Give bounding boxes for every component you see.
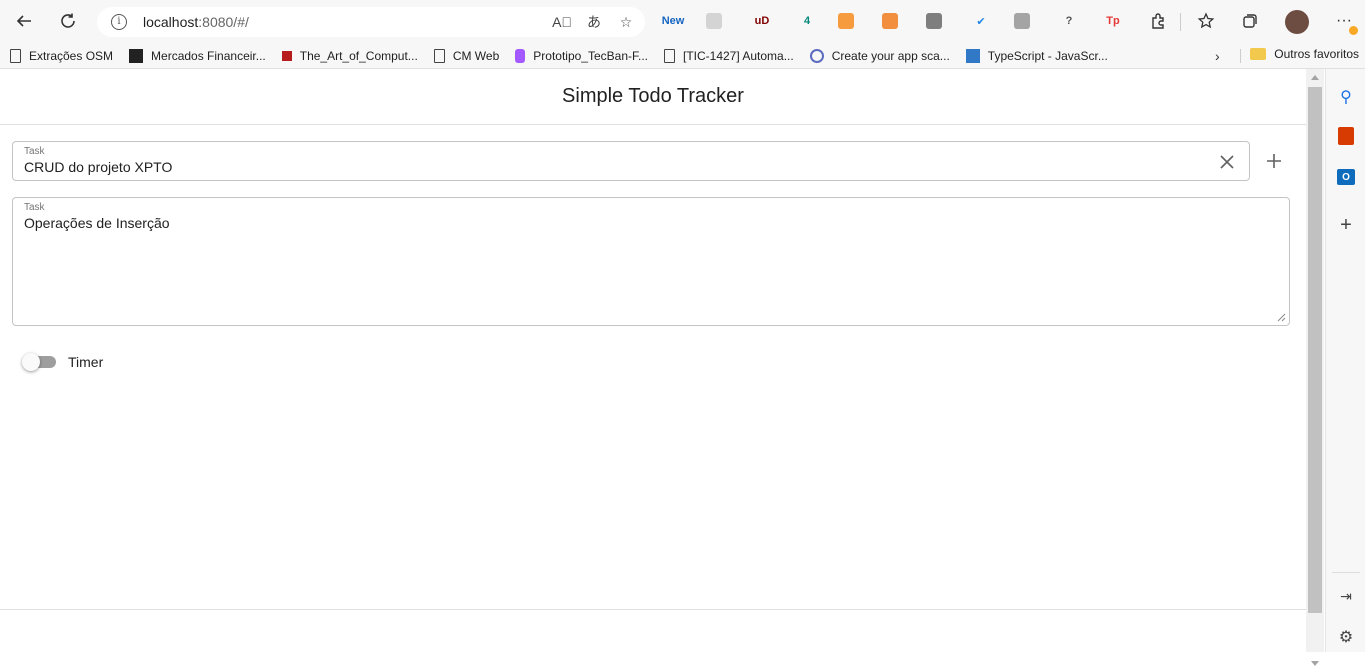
- bookmark-item[interactable]: Prototipo_TecBan-F...: [515, 48, 648, 63]
- puzzle-icon: [1152, 13, 1164, 29]
- bookmark-item[interactable]: The_Art_of_Comput...: [281, 48, 418, 63]
- task-input[interactable]: Task CRUD do projeto XPTO: [12, 141, 1250, 181]
- collections-button[interactable]: [1232, 5, 1268, 37]
- switch-knob: [22, 353, 40, 371]
- task-input-value[interactable]: CRUD do projeto XPTO: [24, 159, 172, 175]
- plus-icon: [1267, 154, 1281, 168]
- bookmark-item[interactable]: CM Web: [433, 48, 500, 63]
- counter-extension-icon[interactable]: 4: [796, 10, 818, 32]
- extensions-button[interactable]: [1140, 5, 1176, 37]
- timer-switch[interactable]: [22, 353, 56, 371]
- clear-task-button[interactable]: [1217, 152, 1237, 172]
- timer-toggle-row: Timer: [22, 353, 103, 371]
- ts-icon: [965, 48, 980, 63]
- refresh-icon: [61, 13, 75, 28]
- bookmarks-bar: Extrações OSM Mercados Financeir... The_Ar…: [0, 43, 1365, 69]
- hide-sidebar-icon[interactable]: ⇥: [1336, 586, 1356, 606]
- bookmark-label: TypeScript - JavaScr...: [987, 48, 1108, 63]
- edge-sidebar: ⚲ O + ⇥ ⚙: [1325, 69, 1365, 652]
- bookmark-label: CM Web: [452, 48, 500, 63]
- sidebar-divider: [1332, 572, 1360, 573]
- other-favorites-label: Outros favoritos: [1274, 47, 1359, 61]
- check-extension-icon[interactable]: ✔: [970, 10, 992, 32]
- lighthouse-icon[interactable]: [838, 13, 854, 29]
- bookmark-label: [TIC-1427] Automa...: [683, 48, 794, 63]
- copy-extension-icon[interactable]: [1014, 13, 1030, 29]
- profile-avatar[interactable]: [1285, 10, 1309, 34]
- firefox-relay-icon[interactable]: [882, 13, 898, 29]
- app-icon: [809, 48, 824, 63]
- collections-icon: [1243, 14, 1257, 28]
- gear-icon[interactable]: ⚙: [1336, 627, 1356, 647]
- page-icon: [433, 48, 445, 63]
- description-textarea[interactable]: Task Operações de Inserção: [12, 197, 1290, 326]
- footer-divider: [0, 609, 1306, 610]
- bookmark-label: Prototipo_TecBan-F...: [533, 48, 648, 63]
- bookmark-item[interactable]: [TIC-1427] Automa...: [664, 48, 794, 63]
- read-aloud-icon[interactable]: A᪲: [552, 13, 572, 31]
- ublock-icon[interactable]: uD: [751, 10, 773, 32]
- add-favorite-icon[interactable]: ☆: [617, 13, 635, 31]
- description-label: Task: [24, 202, 45, 213]
- chevron-right-icon[interactable]: ›: [1215, 48, 1220, 64]
- settings-more-button[interactable]: ···: [1326, 5, 1362, 37]
- close-icon: [1220, 155, 1234, 169]
- toolbar-divider: [1180, 13, 1181, 31]
- bookmark-item[interactable]: TypeScript - JavaScr...: [965, 48, 1108, 63]
- bookmark-label: Mercados Financeir...: [151, 48, 266, 63]
- tp-extension-icon[interactable]: Tp: [1102, 10, 1124, 32]
- bookmark-label: The_Art_of_Comput...: [299, 48, 418, 63]
- scroll-up-icon[interactable]: [1311, 75, 1319, 80]
- outlook-icon[interactable]: O: [1337, 169, 1355, 185]
- inv-icon: [129, 48, 144, 63]
- site-info-icon[interactable]: i: [111, 14, 127, 30]
- bookmark-label: Extrações OSM: [29, 48, 114, 63]
- description-value[interactable]: Operações de Inserção: [24, 215, 170, 231]
- folder-icon: [1250, 48, 1267, 60]
- scroll-thumb[interactable]: [1308, 87, 1322, 613]
- plus-icon[interactable]: +: [1336, 214, 1356, 236]
- arrow-left-icon: [16, 15, 31, 27]
- add-task-button[interactable]: [1262, 149, 1286, 173]
- page-scrollbar[interactable]: [1306, 69, 1324, 666]
- app-header: Simple Todo Tracker: [0, 69, 1306, 125]
- page-title: Simple Todo Tracker: [562, 85, 744, 107]
- bookmarks-divider: [1240, 49, 1241, 63]
- timer-label: Timer: [68, 354, 104, 370]
- url-text: localhost:8080/#/: [143, 14, 249, 30]
- resize-handle-icon[interactable]: [1277, 313, 1286, 322]
- browser-toolbar: i localhost:8080/#/ A᪲ あ ☆ New uD 4 ✔? Tp ··…: [0, 0, 1365, 43]
- bookmark-item[interactable]: Create your app sca...: [809, 48, 950, 63]
- bookmark-item[interactable]: Extrações OSM: [10, 48, 114, 63]
- task-input-label: Task: [24, 146, 45, 157]
- bookmark-label: Create your app sca...: [831, 48, 950, 63]
- bookmark-item[interactable]: Mercados Financeir...: [129, 48, 266, 63]
- react-devtools-icon[interactable]: [706, 13, 722, 29]
- screen-capture-icon[interactable]: [926, 13, 942, 29]
- favorites-button[interactable]: [1188, 5, 1224, 37]
- page-icon: [10, 48, 21, 63]
- search-icon[interactable]: ⚲: [1336, 87, 1356, 107]
- book-icon: [281, 50, 292, 61]
- back-button[interactable]: [6, 5, 42, 37]
- new-extension-icon[interactable]: New: [662, 10, 685, 32]
- address-bar[interactable]: i localhost:8080/#/ A᪲ あ ☆: [97, 7, 645, 37]
- scroll-down-icon[interactable]: [1311, 661, 1319, 666]
- help-extension-icon[interactable]: ?: [1058, 10, 1080, 32]
- page-icon: [664, 48, 675, 63]
- refresh-button[interactable]: [50, 5, 86, 37]
- warning-badge-icon: [1349, 26, 1358, 35]
- favorites-icon: [1197, 12, 1215, 29]
- office-icon[interactable]: [1338, 127, 1354, 145]
- figma-icon: [515, 48, 526, 63]
- translate-icon[interactable]: あ: [585, 13, 603, 31]
- app-page: Simple Todo Tracker Task CRUD do projeto…: [0, 69, 1306, 652]
- other-favorites[interactable]: Outros favoritos: [1250, 47, 1359, 61]
